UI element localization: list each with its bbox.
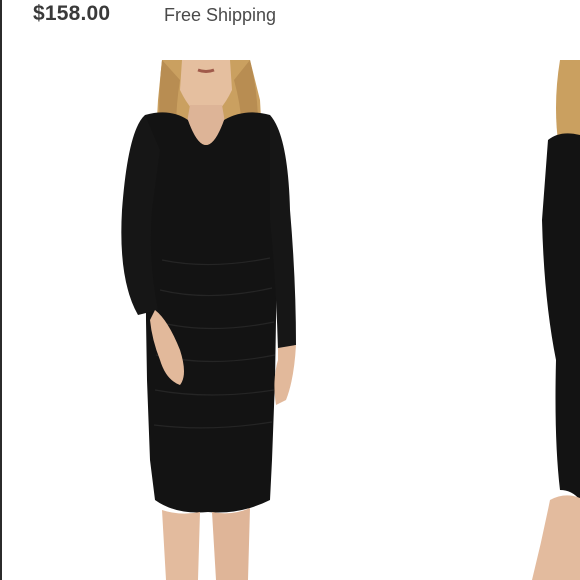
shipping-label[interactable]: Free Shipping — [164, 5, 276, 26]
dress-model-illustration — [121, 60, 296, 580]
image-carousel[interactable] — [0, 60, 580, 580]
dress-model-side-illustration — [532, 60, 580, 580]
product-image-main[interactable] — [100, 60, 330, 580]
price-label: $158.00 — [33, 2, 111, 25]
product-image-next[interactable] — [520, 60, 580, 580]
price-bar: $158.00 Free Shipping — [0, 0, 580, 34]
